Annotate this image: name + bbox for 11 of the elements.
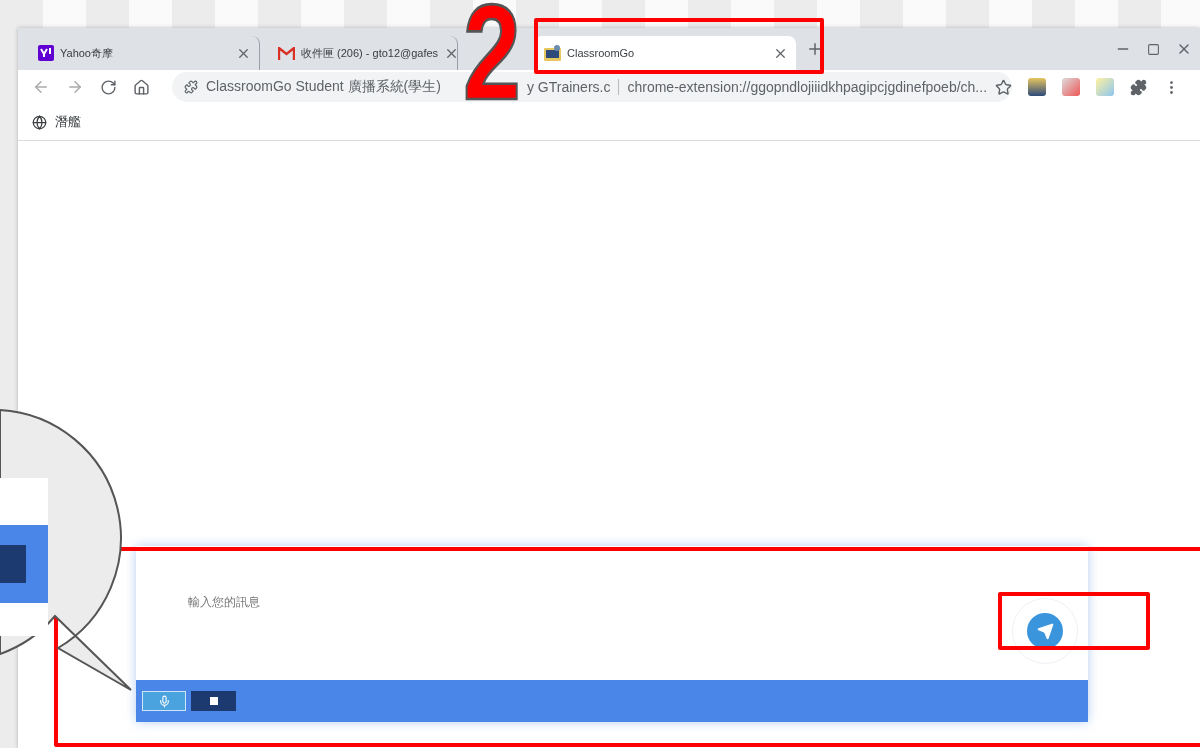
tab-title: Yahoo奇摩 (60, 45, 113, 61)
tab-title: ClassroomGo (567, 47, 635, 59)
tab-title: 收件匣 (206) - gto12@gafes (301, 45, 439, 61)
message-field[interactable]: 輸入您的訊息 (186, 594, 690, 610)
url-text: chrome-extension://ggopndlojiiidkhpagipcjgdinefpoeb/ch... (618, 79, 988, 95)
site-name: ClassroomGo Student 廣播系統(學生) (206, 78, 441, 96)
browser-tab[interactable]: Yahoo奇摩 (28, 36, 260, 70)
bookmark-title: 潛艦 (55, 113, 81, 131)
site-name: y GTrainers.c (526, 79, 611, 95)
bookmark[interactable]: 潛艦 (32, 113, 81, 131)
browser-tab[interactable]: 收件匣 (206) - gto12@gafes (268, 36, 458, 70)
